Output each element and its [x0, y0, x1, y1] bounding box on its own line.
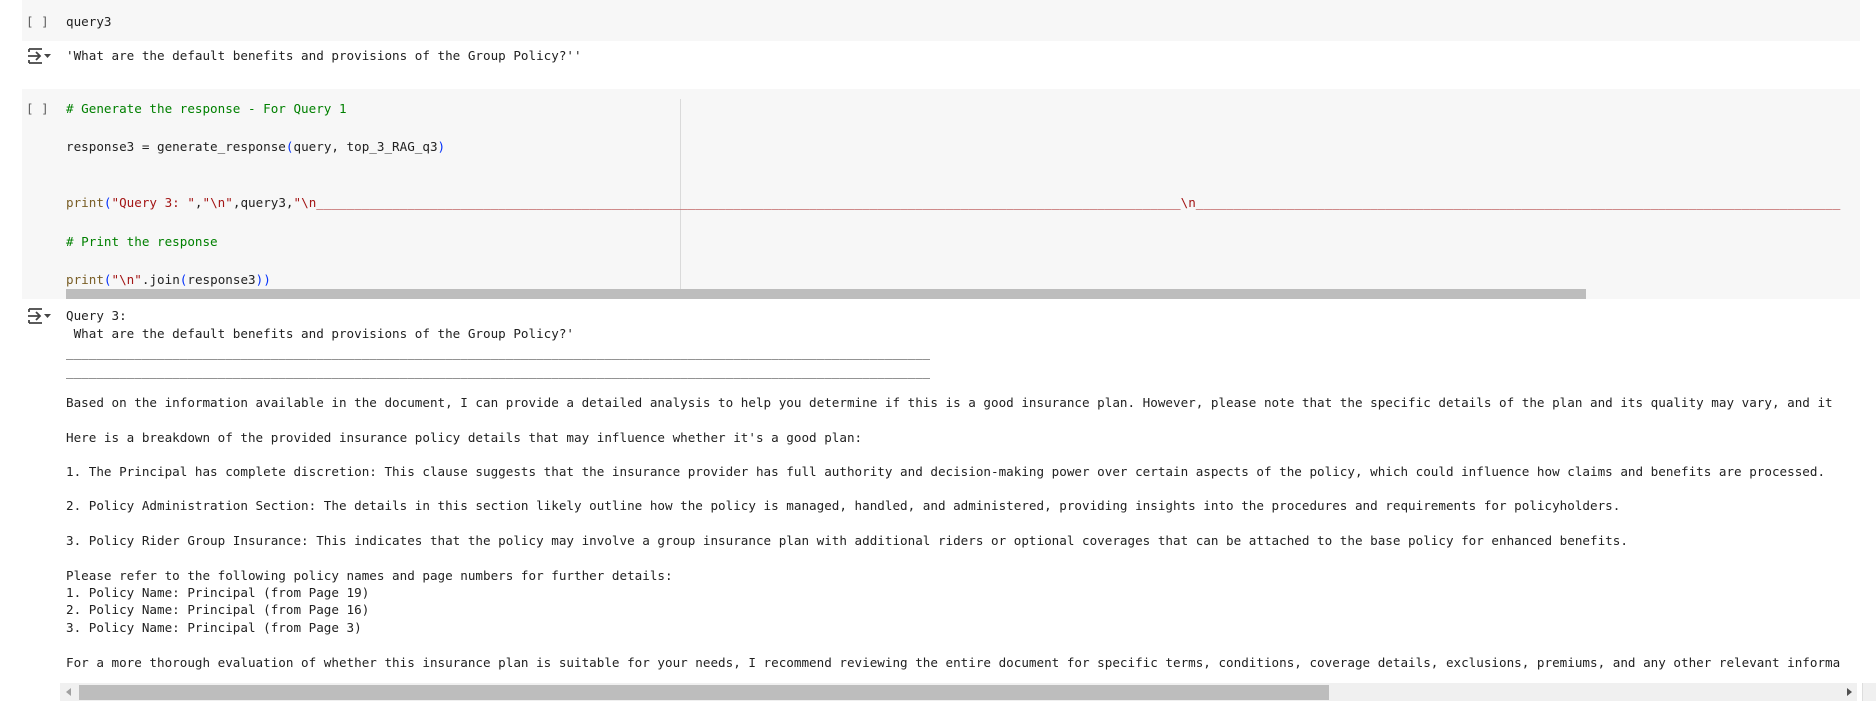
scrollbar-corner [1862, 683, 1876, 701]
code-token: .join [141, 272, 180, 287]
output-collapse-icon[interactable] [27, 307, 53, 325]
code-token: response3 [187, 272, 256, 287]
output-line: 1. The Principal has complete discretion… [66, 464, 1826, 479]
cell-output: 'What are the default benefits and provi… [66, 48, 582, 63]
output-line: 2. Policy Name: Principal (from Page 16) [66, 602, 370, 617]
scroll-right-arrow-icon[interactable] [1847, 688, 1852, 696]
code-horizontal-scrollbar[interactable] [66, 289, 1586, 299]
output-line: What are the default benefits and provis… [66, 326, 574, 341]
run-cell-button[interactable]: [ ] [26, 14, 49, 30]
output-scrollbar-thumb[interactable] [79, 685, 1329, 700]
code-token: ,query3, [232, 195, 294, 210]
code-token: , [194, 195, 203, 210]
code-cell-query3[interactable] [22, 0, 1860, 41]
output-line: 3. Policy Name: Principal (from Page 3) [66, 620, 362, 635]
code-token: "\n_____________________________________… [293, 195, 1841, 210]
output-line: 1. Policy Name: Principal (from Page 19) [66, 585, 370, 600]
output-collapse-icon[interactable] [27, 47, 53, 65]
code-token: "\n" [111, 272, 142, 287]
code-token: )) [255, 272, 271, 287]
code-token: ) [437, 139, 446, 154]
code-token: response3 = generate_response [66, 139, 286, 154]
output-line: 3. Policy Rider Group Insurance: This in… [66, 533, 1628, 548]
code-cell-generate-response[interactable] [22, 89, 1860, 299]
run-cell-button[interactable]: [ ] [26, 101, 49, 117]
code-comment[interactable]: # Print the response [66, 234, 218, 250]
output-line: Please refer to the following policy nam… [66, 568, 673, 583]
output-line: 2. Policy Administration Section: The de… [66, 498, 1621, 513]
output-line: Here is a breakdown of the provided insu… [66, 430, 863, 445]
code-line[interactable]: print("Query 3: ","\n",query3,"\n_______… [66, 195, 1856, 211]
output-line: Query 3: [66, 308, 127, 323]
scroll-left-arrow-icon[interactable] [66, 688, 71, 696]
code-token: ( [103, 272, 112, 287]
code-line[interactable]: query3 [66, 14, 112, 30]
code-line[interactable]: response3 = generate_response(query, top… [66, 139, 445, 155]
output-separator: ________________________________________… [66, 345, 931, 360]
code-token: "\n" [202, 195, 233, 210]
code-token: "Query 3: " [111, 195, 195, 210]
code-token: print [66, 195, 104, 210]
code-token: ( [103, 195, 112, 210]
code-token: query, top_3_RAG_q3 [293, 139, 438, 154]
code-token: print [66, 272, 104, 287]
code-line[interactable]: print("\n".join(response3)) [66, 272, 271, 288]
output-line: Based on the information available in th… [66, 395, 1833, 410]
code-comment[interactable]: # Generate the response - For Query 1 [66, 101, 347, 117]
output-separator: ________________________________________… [66, 364, 931, 379]
output-line: For a more thorough evaluation of whethe… [66, 655, 1841, 670]
